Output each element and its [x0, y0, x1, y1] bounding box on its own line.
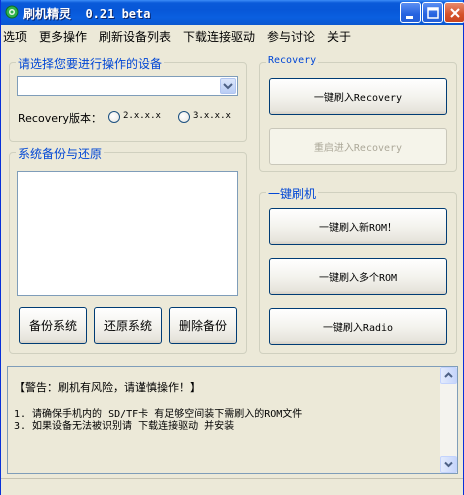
- radio-recovery-3-label[interactable]: 3.x.x.x: [193, 111, 231, 121]
- close-button[interactable]: [444, 2, 464, 23]
- flash-new-rom-label: 一键刷入新ROM！: [318, 223, 398, 234]
- close-icon: [450, 8, 460, 18]
- maximize-icon: [427, 7, 439, 19]
- flash-multiple-rom-button[interactable]: 一键刷入多个ROM: [269, 258, 447, 295]
- window-title: 刷机精灵 0.21 beta: [23, 7, 151, 21]
- device-select-dropdown-button[interactable]: [220, 78, 236, 94]
- restore-system-button[interactable]: 还原系统: [94, 307, 162, 344]
- flash-new-rom-button[interactable]: 一键刷入新ROM！: [269, 208, 447, 245]
- scroll-down-button[interactable]: [440, 456, 457, 473]
- menu-more-actions[interactable]: 更多操作: [39, 28, 87, 45]
- flash-radio-label: 一键刷入Radio: [322, 323, 394, 334]
- delete-backup-button[interactable]: 删除备份: [169, 307, 237, 344]
- gear-icon: [5, 5, 19, 19]
- minimize-button[interactable]: [400, 2, 421, 23]
- flash-recovery-button[interactable]: 一键刷入Recovery: [269, 78, 447, 115]
- title-bar[interactable]: 刷机精灵 0.21 beta: [1, 0, 464, 25]
- menu-download-driver[interactable]: 下载连接驱动: [183, 28, 255, 45]
- reboot-recovery-label: 重启进入Recovery: [313, 143, 403, 154]
- radio-recovery-3[interactable]: [178, 111, 190, 123]
- recovery-version-label: Recovery版本：: [18, 112, 103, 125]
- device-group-title: 请选择您要进行操作的设备: [16, 55, 165, 72]
- backup-system-button[interactable]: 备份系统: [19, 307, 87, 344]
- device-group: 请选择您要进行操作的设备: [9, 55, 247, 142]
- flash-group-title: 一键刷机: [266, 185, 319, 202]
- chevron-down-icon: [223, 83, 233, 90]
- log-warning: 【警告：刷机有风险，请谨慎操作！】: [14, 381, 201, 394]
- main-window: 刷机精灵 0.21 beta 选项 更多操作 刷新设备列表 下载连接驱动 参与讨…: [0, 0, 464, 495]
- scroll-up-button[interactable]: [440, 367, 457, 384]
- chevron-down-icon: [444, 461, 453, 468]
- radio-recovery-2[interactable]: [108, 111, 120, 123]
- status-bar: [1, 478, 463, 495]
- menu-about[interactable]: 关于: [327, 28, 351, 45]
- log-textbox[interactable]: 【警告：刷机有风险，请谨慎操作！】 1. 请确保手机内的 SD/TF卡 有足够空…: [7, 366, 458, 474]
- recovery-group-title: Recovery: [266, 55, 319, 66]
- device-select[interactable]: [17, 76, 238, 96]
- flash-multiple-rom-label: 一键刷入多个ROM: [318, 273, 398, 284]
- flash-radio-button[interactable]: 一键刷入Radio: [269, 308, 447, 345]
- radio-recovery-2-label[interactable]: 2.x.x.x: [123, 111, 161, 121]
- flash-recovery-label: 一键刷入Recovery: [313, 93, 403, 104]
- backup-group-title: 系统备份与还原: [16, 145, 105, 162]
- chevron-up-icon: [444, 372, 453, 378]
- reboot-recovery-button[interactable]: 重启进入Recovery: [269, 128, 447, 165]
- maximize-button[interactable]: [422, 2, 443, 23]
- log-line: 3. 如果设备无法被识别请 下载连接驱动 并安装: [14, 421, 235, 432]
- minimize-icon: [406, 16, 413, 19]
- menu-discuss[interactable]: 参与讨论: [267, 28, 315, 45]
- backup-list[interactable]: [17, 171, 238, 296]
- menu-options[interactable]: 选项: [3, 28, 27, 45]
- log-scrollbar[interactable]: [440, 367, 457, 473]
- menu-refresh-devices[interactable]: 刷新设备列表: [99, 28, 171, 45]
- menu-bar: 选项 更多操作 刷新设备列表 下载连接驱动 参与讨论 关于: [1, 25, 463, 45]
